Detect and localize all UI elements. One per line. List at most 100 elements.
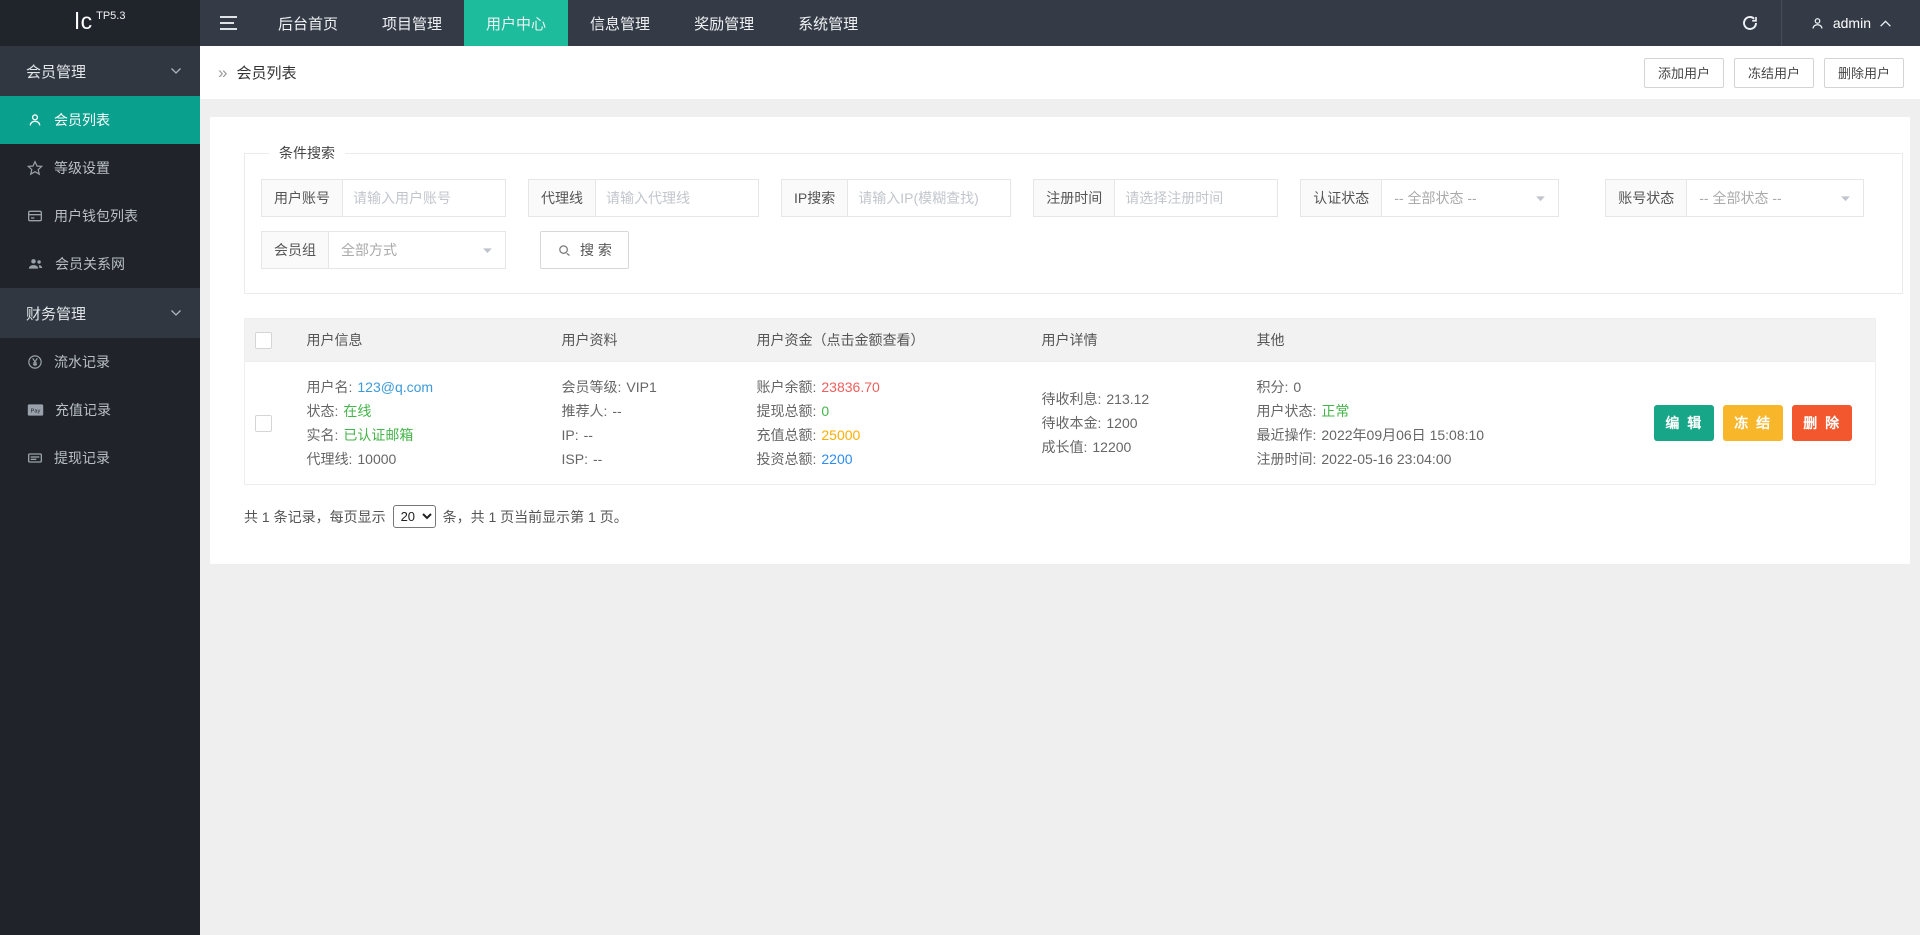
field-label: 积分: (1256, 379, 1289, 395)
sidebar-item-member-network[interactable]: 会员关系网 (0, 240, 200, 288)
breadcrumb: » 会员列表 (218, 62, 296, 83)
field-label: 成长值: (1041, 439, 1088, 455)
chevron-down-icon (170, 67, 182, 75)
logo-text: lc (74, 8, 94, 34)
agent-line-field-label: 代理线 (529, 180, 596, 216)
field-label: 待收利息: (1041, 391, 1102, 407)
user-profile-cell: 会员等级: VIP1 推荐人: -- IP: -- ISP: -- (551, 361, 747, 485)
row-checkbox[interactable] (255, 414, 272, 432)
column-header-other: 其他 (1246, 318, 1632, 362)
sidebar-item-member-list[interactable]: 会员列表 (0, 96, 200, 144)
auth-status-field-group: 认证状态 -- 全部状态 -- (1300, 179, 1560, 217)
search-button-label: 搜 索 (580, 242, 612, 258)
sidebar-group-label: 会员管理 (26, 63, 87, 81)
auth-status-field-label: 认证状态 (1301, 180, 1383, 216)
sidebar-group-finance-management[interactable]: 财务管理 (0, 288, 200, 338)
nav-item-home[interactable]: 后台首页 (256, 0, 360, 46)
sidebar-item-level-settings[interactable]: 等级设置 (0, 144, 200, 192)
balance-amount-link[interactable]: 23836.70 (821, 379, 879, 395)
refresh-icon (1741, 14, 1759, 32)
search-icon (557, 243, 572, 258)
search-fieldset: 条件搜索 用户账号 代理线 IP搜索 (244, 143, 1904, 294)
chevron-down-icon (1840, 195, 1851, 202)
column-header-user-funds: 用户资金（点击金额查看） (746, 318, 1032, 362)
topbar: lc TP5.3 后台首页 项目管理 用户中心 信息管理 奖励管理 系统管理 a… (0, 0, 1920, 46)
agent-line-field-group: 代理线 (528, 179, 759, 217)
member-group-value: 全部方式 (341, 242, 397, 258)
account-field-label: 用户账号 (262, 180, 343, 216)
nav-item-user-center[interactable]: 用户中心 (464, 0, 569, 46)
nav-item-information[interactable]: 信息管理 (568, 0, 672, 46)
agent-line-input[interactable] (596, 180, 758, 216)
field-label: 推荐人: (561, 403, 608, 419)
content: 条件搜索 用户账号 代理线 IP搜索 (200, 99, 1920, 582)
sidebar: 会员管理 会员列表 等级设置 用户钱包列表 会员关系网 财务管理 流水记录 Pa… (0, 46, 200, 935)
search-row-2: 会员组 全部方式 搜 索 (261, 231, 1886, 269)
freeze-button[interactable]: 冻 结 (1723, 405, 1784, 441)
per-page-select[interactable]: 20 (392, 505, 436, 528)
register-time-field-label: 注册时间 (1034, 180, 1116, 216)
add-user-button[interactable]: 添加用户 (1643, 57, 1724, 88)
field-label: 待收本金: (1041, 415, 1102, 431)
nav-item-projects[interactable]: 项目管理 (360, 0, 464, 46)
nav-item-rewards[interactable]: 奖励管理 (672, 0, 776, 46)
withdraw-total-link[interactable]: 0 (821, 403, 829, 419)
freeze-user-button[interactable]: 冻结用户 (1733, 57, 1814, 88)
star-icon (27, 160, 43, 176)
search-button[interactable]: 搜 索 (540, 231, 629, 269)
ip-search-field-label: IP搜索 (782, 180, 849, 216)
register-time-input[interactable] (1115, 180, 1278, 216)
app-window: lc TP5.3 后台首页 项目管理 用户中心 信息管理 奖励管理 系统管理 a… (0, 0, 1920, 935)
field-label: 提现总额: (756, 403, 817, 419)
field-label: 用户状态: (1256, 403, 1317, 419)
sidebar-item-label: 流水记录 (54, 354, 110, 370)
delete-button[interactable]: 删 除 (1792, 405, 1853, 441)
select-all-checkbox[interactable] (255, 331, 272, 349)
field-label: 代理线: (306, 451, 353, 467)
chevron-down-icon (170, 309, 182, 317)
sidebar-item-withdraw-records[interactable]: 提现记录 (0, 434, 200, 482)
invest-total-link[interactable]: 2200 (821, 451, 852, 467)
field-label: 会员等级: (561, 379, 622, 395)
last-operation-value: 2022年09月06日 15:08:10 (1321, 427, 1485, 443)
nav-item-system[interactable]: 系统管理 (776, 0, 880, 46)
hamburger-icon (219, 15, 238, 31)
pagination-prefix: 共 1 条记录，每页显示 (244, 508, 386, 525)
yen-circle-icon (27, 354, 43, 370)
member-group-select[interactable]: 全部方式 (329, 232, 505, 268)
chevron-up-icon (1879, 19, 1892, 28)
search-row-1: 用户账号 代理线 IP搜索 注册时间 (261, 179, 1886, 217)
sidebar-item-recharge-records[interactable]: Pay 充值记录 (0, 386, 200, 434)
pagination: 共 1 条记录，每页显示 20 条，共 1 页当前显示第 1 页。 (244, 505, 1876, 528)
account-input[interactable] (343, 180, 505, 216)
pagination-suffix: 条，共 1 页当前显示第 1 页。 (442, 508, 628, 525)
isp-value: -- (592, 451, 603, 467)
card-icon (27, 450, 43, 466)
sidebar-item-flow-records[interactable]: 流水记录 (0, 338, 200, 386)
search-legend: 条件搜索 (279, 145, 335, 161)
points-value: 0 (1293, 379, 1302, 395)
sidebar-toggle-button[interactable] (200, 0, 256, 46)
field-label: ISP: (561, 451, 588, 467)
field-label: 账户余额: (756, 379, 817, 395)
pending-interest-value: 213.12 (1106, 391, 1150, 407)
edit-button[interactable]: 编 辑 (1654, 405, 1715, 441)
refresh-button[interactable] (1719, 0, 1781, 46)
user-info-cell: 用户名: 123@q.com 状态: 在线 实名: 已认证邮箱 代理线: 10000 (296, 361, 552, 485)
auth-status-select[interactable]: -- 全部状态 -- (1382, 180, 1558, 216)
ip-search-input[interactable] (848, 180, 1011, 216)
account-status-field-group: 账号状态 -- 全部状态 -- (1605, 179, 1865, 217)
delete-user-button[interactable]: 删除用户 (1823, 57, 1904, 88)
ip-search-field-group: IP搜索 (781, 179, 1012, 217)
user-menu[interactable]: admin (1782, 0, 1920, 46)
account-field-group: 用户账号 (261, 179, 506, 217)
recharge-total-link[interactable]: 25000 (821, 427, 860, 443)
sidebar-item-user-wallet-list[interactable]: 用户钱包列表 (0, 192, 200, 240)
paypal-icon: Pay (27, 403, 44, 417)
online-status-value: 在线 (343, 403, 372, 419)
account-status-select[interactable]: -- 全部状态 -- (1687, 180, 1863, 216)
sidebar-group-member-management[interactable]: 会员管理 (0, 46, 200, 96)
content-card: 条件搜索 用户账号 代理线 IP搜索 (210, 117, 1910, 564)
username-link[interactable]: 123@q.com (357, 379, 433, 395)
field-label: 充值总额: (756, 427, 817, 443)
